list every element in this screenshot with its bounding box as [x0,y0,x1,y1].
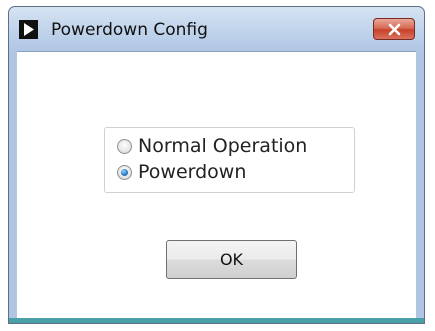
dialog-body: Normal Operation Powerdown OK [17,51,416,318]
operation-mode-group: Normal Operation Powerdown [104,127,355,193]
play-triangle-icon [19,20,38,39]
radio-label-powerdown: Powerdown [138,161,247,183]
title-bar[interactable]: Powerdown Config [9,7,424,51]
radio-option-powerdown[interactable]: Powerdown [117,159,246,185]
close-button[interactable] [373,18,415,40]
radio-option-normal-operation[interactable]: Normal Operation [117,133,307,159]
radio-label-normal-operation: Normal Operation [138,135,308,157]
ok-button[interactable]: OK [166,240,297,279]
close-x-icon [388,23,401,36]
radio-button-normal-operation[interactable] [117,138,132,154]
radio-button-powerdown[interactable] [117,164,132,180]
dialog-window: Powerdown Config Normal Operation Powerd… [8,6,425,324]
window-title: Powerdown Config [51,20,208,40]
window-bottom-edge [9,318,424,323]
